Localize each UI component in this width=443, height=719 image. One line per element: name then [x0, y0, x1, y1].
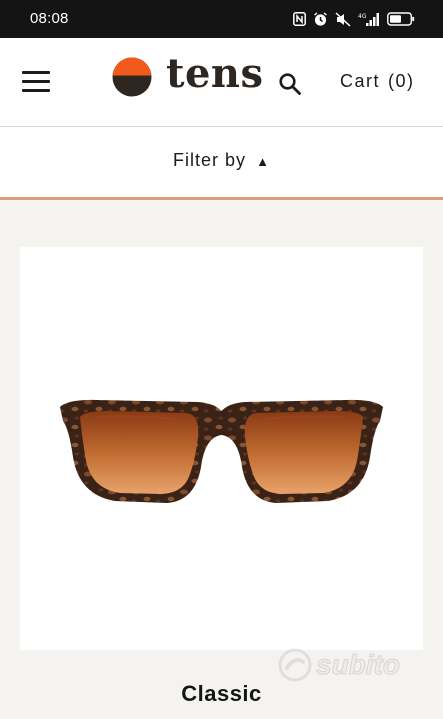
signal-4g-icon: 4G — [358, 12, 380, 27]
site-header: tens Cart (0) — [0, 38, 443, 127]
triangle-up-icon: ▲ — [256, 154, 270, 169]
watermark-text: subito — [316, 649, 401, 681]
menu-line-icon — [22, 80, 50, 83]
sunglasses-product-image[interactable] — [58, 397, 385, 517]
cart-label: Cart — [340, 71, 381, 91]
product-name[interactable]: Classic — [0, 681, 443, 707]
menu-line-icon — [22, 89, 50, 92]
svg-text:4G: 4G — [358, 13, 367, 20]
status-time: 08:08 — [30, 10, 69, 27]
filter-bar: Filter by ▲ — [0, 127, 443, 200]
subito-logo-icon — [278, 648, 312, 682]
search-icon — [279, 73, 301, 95]
cart-count: (0) — [388, 71, 415, 91]
watermark: subito — [278, 648, 401, 682]
status-icons: 4G — [293, 11, 415, 27]
menu-line-icon — [22, 71, 50, 74]
product-card[interactable] — [20, 247, 423, 650]
logo-mark-icon — [112, 57, 152, 97]
search-button[interactable] — [278, 72, 302, 96]
battery-icon — [387, 12, 415, 26]
filter-toggle[interactable]: Filter by ▲ — [0, 150, 443, 171]
nfc-icon — [293, 12, 306, 26]
logo-text: tens — [166, 50, 264, 97]
filter-label: Filter by — [173, 150, 247, 170]
cart-link[interactable]: Cart (0) — [340, 71, 415, 92]
alarm-icon — [313, 11, 328, 27]
hamburger-menu-button[interactable] — [22, 71, 52, 93]
status-bar: 08:08 4G — [0, 0, 443, 38]
mute-icon — [335, 11, 351, 27]
logo[interactable]: tens — [112, 50, 264, 99]
